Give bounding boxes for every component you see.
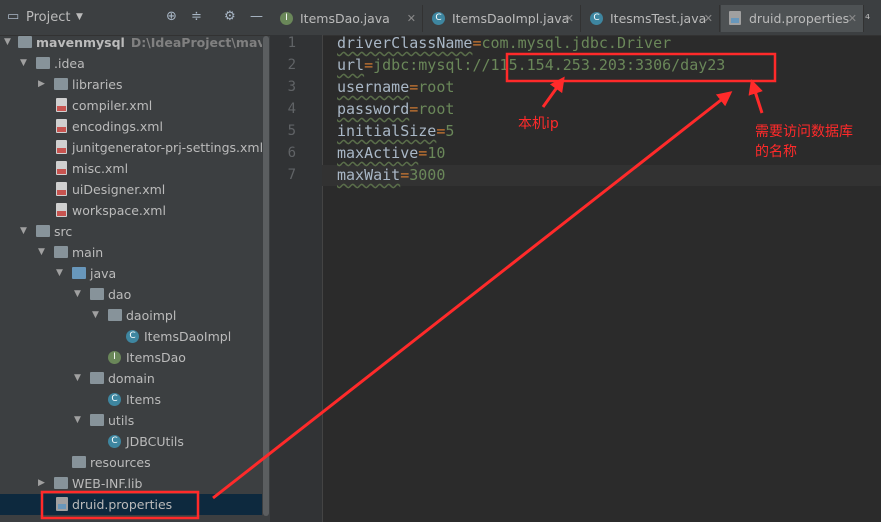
file-to-config-arrow [212,91,733,500]
ip-arrow [541,76,565,108]
annotation-local-ip: 本机ip [518,116,559,132]
dbname-arrow [748,79,764,114]
annotation-db-name-line1: 需要访问数据库 [755,124,853,140]
ip-highlight-box [505,52,777,83]
file-highlight-box [40,490,200,520]
annotation-db-name-line2: 的名称 [755,144,797,160]
annotation-overlay [40,52,777,520]
